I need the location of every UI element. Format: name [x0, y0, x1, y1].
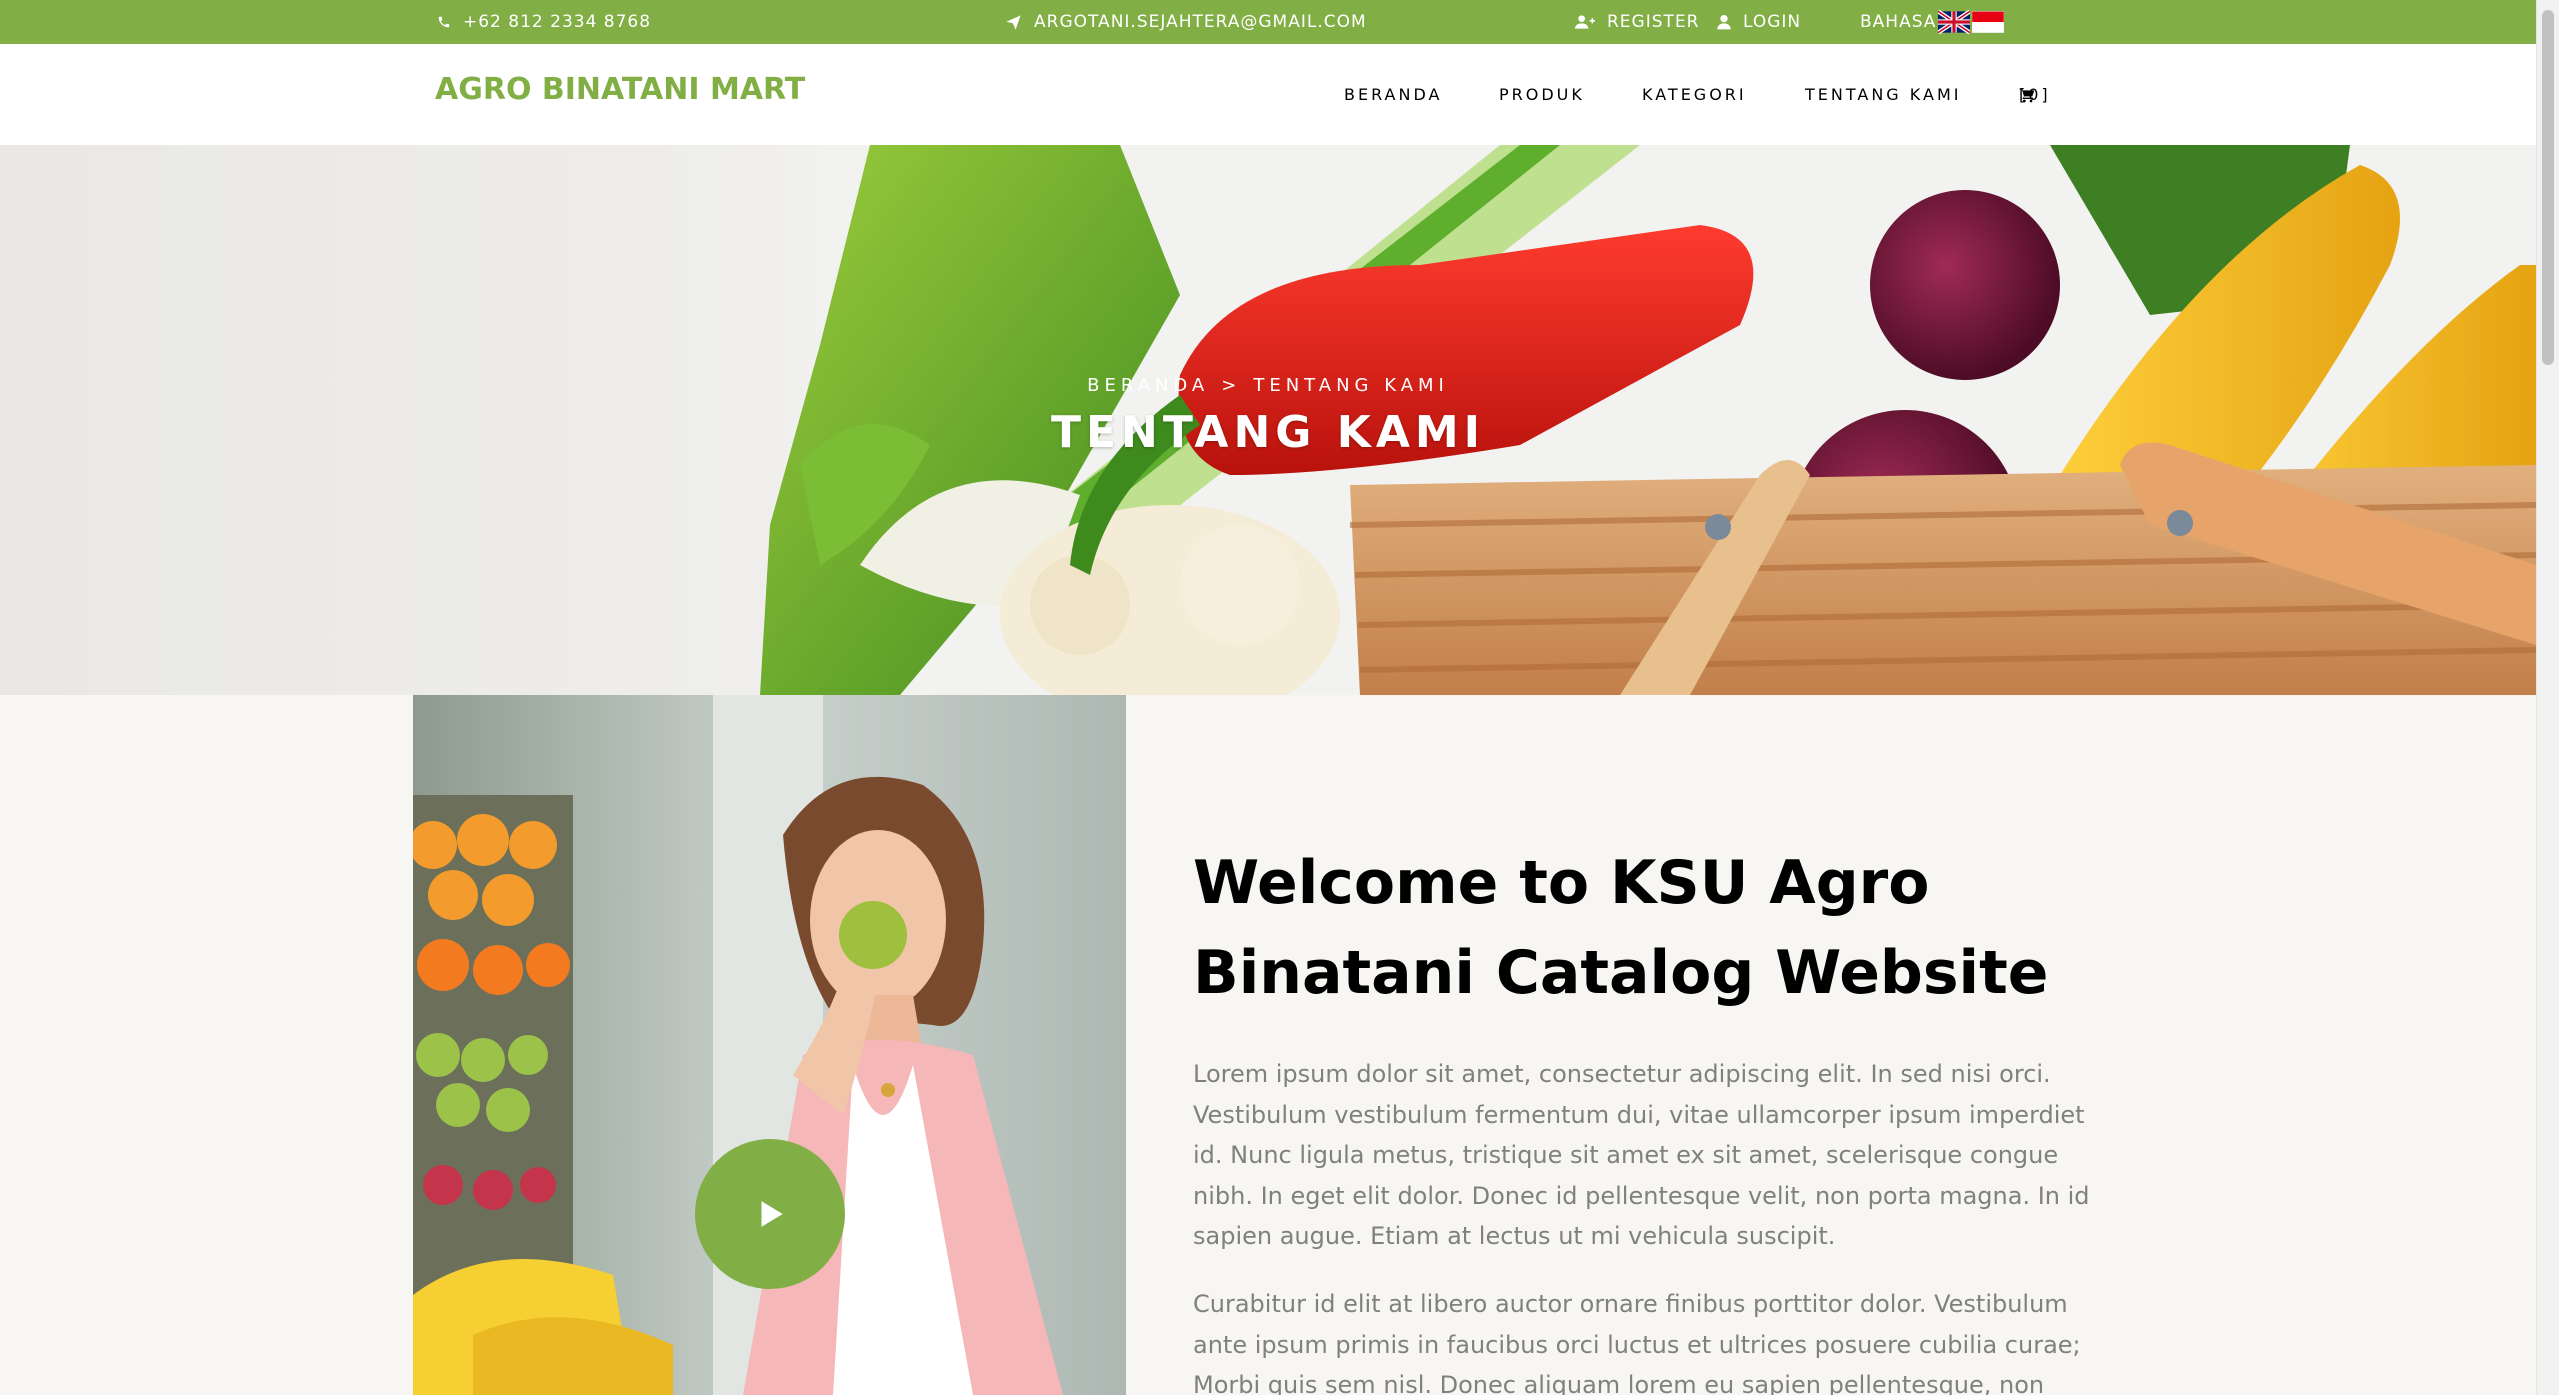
login-link[interactable]: LOGIN	[1717, 0, 1801, 44]
page-scrollbar[interactable]	[2536, 0, 2559, 1395]
woman-eating-apple-image	[413, 695, 1126, 1395]
hero-banner: BERANDA > TENTANG KAMI TENTANG KAMI	[0, 145, 2536, 695]
nav-item-beranda[interactable]: BERANDA	[1344, 85, 1442, 104]
breadcrumb-current: TENTANG KAMI	[1253, 375, 1449, 396]
email-address: ARGOTANI.SEJAHTERA@GMAIL.COM	[1034, 12, 1367, 32]
nav-item-tentang-kami[interactable]: TENTANG KAMI	[1805, 85, 1961, 104]
paper-plane-icon	[1006, 14, 1021, 30]
cart-count: [0]	[2019, 85, 2051, 104]
breadcrumb: BERANDA > TENTANG KAMI	[0, 375, 2536, 396]
play-icon	[761, 1201, 783, 1227]
breadcrumb-home[interactable]: BERANDA	[1087, 375, 1209, 396]
phone-icon	[438, 16, 450, 28]
phone-number: +62 812 2334 8768	[463, 12, 652, 32]
nav-menu: BERANDA PRODUK KATEGORI TENTANG KAMI [0]	[0, 44, 2536, 145]
register-label: REGISTER	[1607, 12, 1700, 32]
login-label: LOGIN	[1743, 12, 1802, 32]
scrollbar-thumb[interactable]	[2542, 10, 2554, 365]
main-navbar: AGRO BINATANI MART BERANDA PRODUK KATEGO…	[0, 44, 2536, 145]
contact-phone: +62 812 2334 8768	[437, 0, 651, 44]
register-link[interactable]: REGISTER	[1575, 0, 1699, 44]
nav-item-produk[interactable]: PRODUK	[1499, 85, 1585, 104]
about-paragraph-2: Curabitur id elit at libero auctor ornar…	[1193, 1290, 2081, 1395]
language-label: BAHASA	[1860, 12, 1937, 32]
about-paragraph-1: Lorem ipsum dolor sit amet, consectetur …	[1193, 1060, 2090, 1250]
user-icon	[1717, 15, 1731, 30]
indonesia-flag-icon[interactable]	[1972, 10, 2005, 34]
top-bar: +62 812 2334 8768 ARGOTANI.SEJAHTERA@GMA…	[0, 0, 2536, 44]
contact-email[interactable]: ARGOTANI.SEJAHTERA@GMAIL.COM	[1005, 0, 1367, 44]
uk-flag-icon[interactable]	[1938, 10, 1971, 34]
language-switcher: BAHASA	[1860, 0, 2005, 44]
user-plus-icon	[1575, 15, 1595, 29]
about-heading: Welcome to KSU Agro Binatani Catalog Web…	[1193, 848, 2049, 1008]
play-video-button[interactable]	[695, 1139, 845, 1289]
page-title: TENTANG KAMI	[1050, 407, 1486, 458]
nav-item-kategori[interactable]: KATEGORI	[1642, 85, 1747, 104]
breadcrumb-separator: >	[1221, 375, 1242, 396]
cart-link[interactable]: [0]	[2019, 85, 2048, 104]
